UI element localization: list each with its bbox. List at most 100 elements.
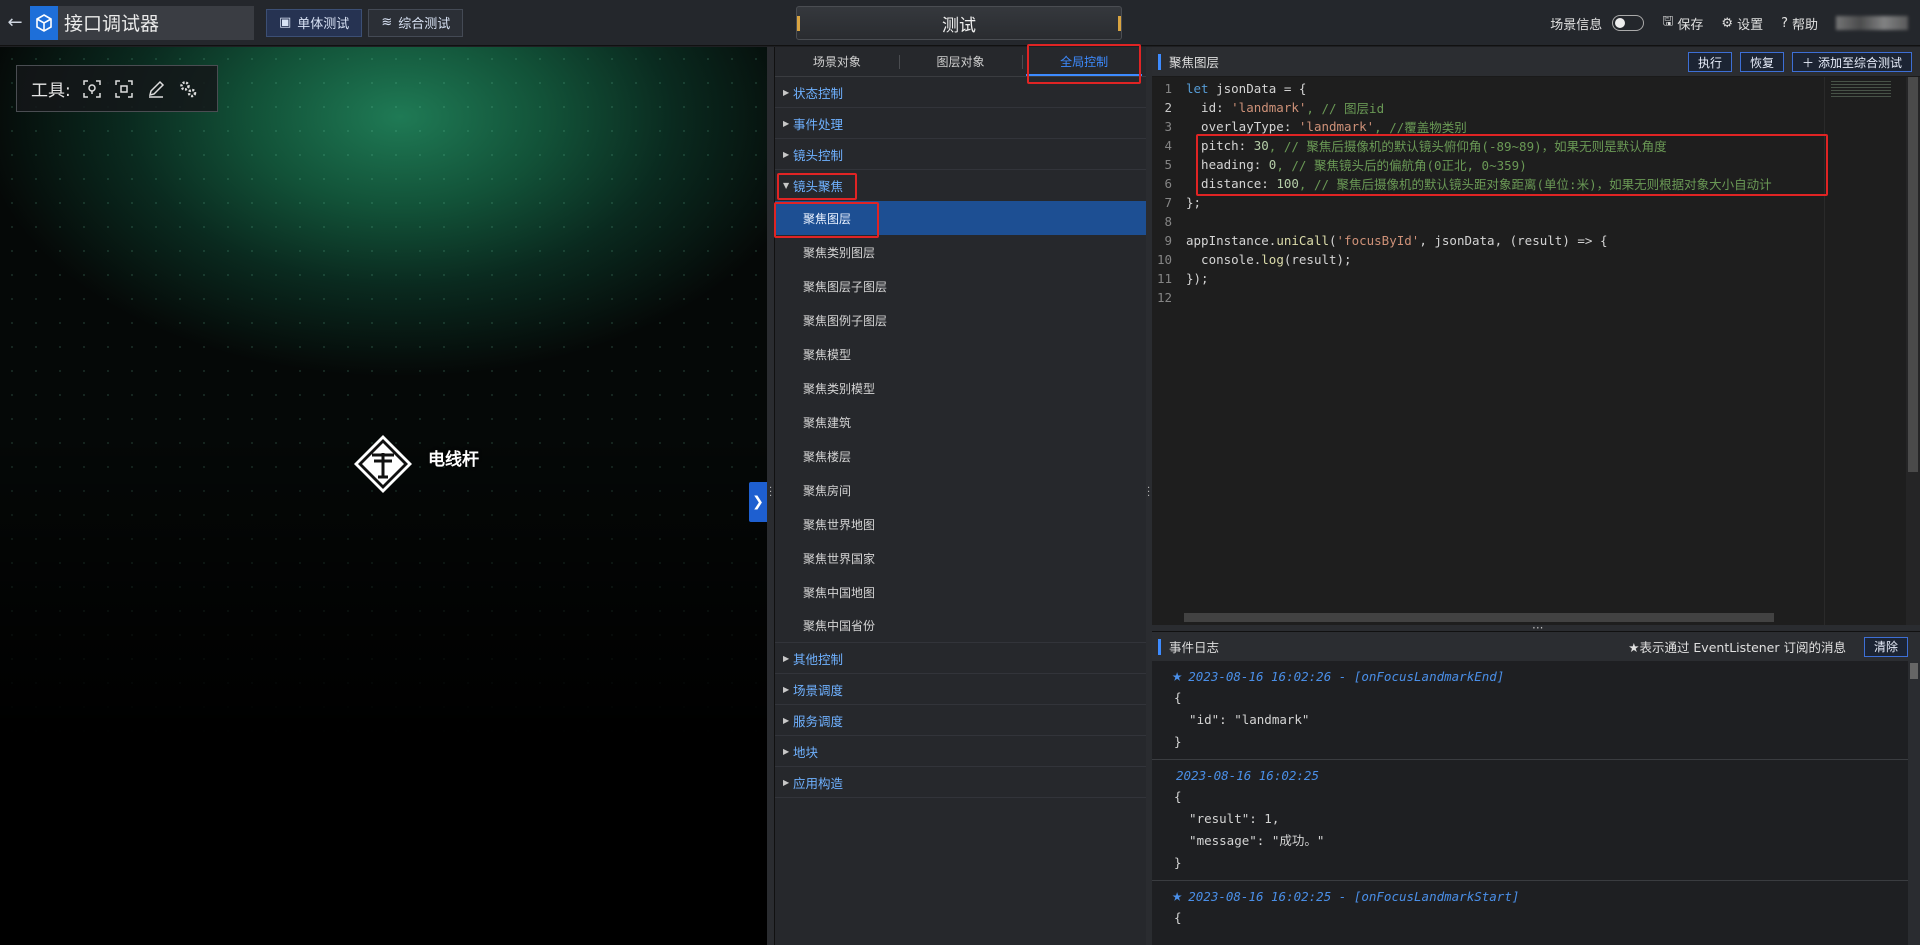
reset-button[interactable]: 恢复 <box>1739 52 1784 72</box>
gear-icon: ⚙ <box>1721 15 1734 31</box>
pen-icon[interactable] <box>145 78 167 100</box>
title-accent-bar <box>1158 53 1161 70</box>
fit-view-icon[interactable] <box>113 78 135 100</box>
single-test-label: 单体测试 <box>297 17 350 32</box>
utility-pole-marker-icon[interactable] <box>352 433 414 495</box>
scene-viewport[interactable]: 工具: 电线杆 ❯ <box>0 47 767 945</box>
scroll-thumb[interactable] <box>1908 77 1918 472</box>
tree-item[interactable]: 聚焦世界地图 <box>775 507 1146 541</box>
tree-item[interactable]: 聚焦模型 <box>775 337 1146 371</box>
code-token: 'landmark' <box>1231 100 1307 115</box>
line-number: 1 <box>1164 81 1172 96</box>
single-test-button[interactable]: ▣ 单体测试 <box>266 8 363 37</box>
code-token: log <box>1261 252 1284 267</box>
collapse-panel-button[interactable]: ❯ <box>749 482 767 522</box>
combined-test-label: 综合测试 <box>398 17 451 32</box>
log-entry-title: 2023-08-16 16:02:25 <box>1176 767 1319 783</box>
top-right-controls: 场景信息 🖫 保存 ⚙ 设置 ? 帮助 <box>1550 0 1920 46</box>
tab-scene-objects[interactable]: 场景对象 <box>775 47 899 76</box>
scroll-thumb[interactable] <box>1910 663 1918 679</box>
minimap-lines <box>1831 81 1891 97</box>
combined-test-button[interactable]: ≋ 综合测试 <box>368 8 464 37</box>
tree-item[interactable]: 聚焦世界国家 <box>775 541 1146 575</box>
help-button[interactable]: ? 帮助 <box>1781 14 1818 33</box>
arrow-left-icon: ← <box>7 12 23 33</box>
save-button[interactable]: 🖫 保存 <box>1662 12 1703 34</box>
star-icon: ★ <box>1172 666 1183 686</box>
log-entry-body: { <box>1172 907 1920 929</box>
tab-global-control[interactable]: 全局控制 <box>1022 47 1146 76</box>
tree-item[interactable]: 聚焦房间 <box>775 473 1146 507</box>
locate-icon[interactable] <box>81 78 103 100</box>
code-token: 100 <box>1276 176 1299 191</box>
code-minimap[interactable] <box>1824 77 1906 625</box>
tree-group-camera-control[interactable]: ▶ 镜头控制 <box>775 139 1146 170</box>
tree-item[interactable]: 聚焦图层子图层 <box>775 269 1146 303</box>
tree-item[interactable]: 聚焦图例子图层 <box>775 303 1146 337</box>
settings-button[interactable]: ⚙ 设置 <box>1721 14 1763 33</box>
title-right-tick <box>1118 16 1121 31</box>
event-log-title: 事件日志 <box>1169 640 1220 655</box>
avatar[interactable] <box>1836 16 1908 30</box>
event-log[interactable]: ★ 2023-08-16 16:02:26 - [onFocusLandmarkE… <box>1152 661 1920 945</box>
code-vertical-scrollbar[interactable] <box>1906 77 1920 625</box>
tree-group-service-scheduling[interactable]: ▶ 服务调度 <box>775 705 1146 736</box>
title-accent-bar <box>1158 638 1161 655</box>
gears-icon[interactable] <box>177 78 199 100</box>
tree-item[interactable]: 聚焦中国省份 <box>775 609 1146 643</box>
tree-group-land-block[interactable]: ▶ 地块 <box>775 736 1146 767</box>
code-line: 1 let jsonData = { <box>1152 79 1920 98</box>
group-label: 其他控制 <box>793 651 844 667</box>
code-token: let <box>1186 81 1209 96</box>
editor-actions: 执行 恢复 ＋添加至综合测试 <box>1687 52 1912 72</box>
line-number: 4 <box>1164 138 1172 153</box>
line-number: 12 <box>1156 290 1172 305</box>
caret-right-icon: ▶ <box>783 149 790 159</box>
event-log-note: ★表示通过 EventListener 订阅的消息 <box>1628 640 1846 655</box>
tree-group-app-construct[interactable]: ▶ 应用构造 <box>775 767 1146 798</box>
tree-item[interactable]: 聚焦楼层 <box>775 439 1146 473</box>
log-scrollbar[interactable] <box>1908 661 1920 945</box>
line-number: 10 <box>1156 252 1172 267</box>
add-to-combined-button[interactable]: ＋添加至综合测试 <box>1791 52 1912 72</box>
tree-group-scene-scheduling[interactable]: ▶ 场景调度 <box>775 674 1146 705</box>
code-token: id: <box>1186 100 1232 115</box>
settings-label: 设置 <box>1737 17 1764 33</box>
log-entry-body: { "result": 1, "message": "成功。" } <box>1172 786 1920 874</box>
code-token: appInstance. <box>1186 233 1277 248</box>
scene-shade <box>0 425 767 945</box>
code-horizontal-scrollbar[interactable] <box>1184 613 1774 622</box>
code-token: , // 聚焦后摄像机的默认镜头俯仰角(-89~89)，如果无则是默认角度 <box>1268 139 1667 154</box>
code-line: 9 appInstance. uniCall('focusById', jsonDa… <box>1152 231 1920 250</box>
tree-item[interactable]: 聚焦类别模型 <box>775 371 1146 405</box>
code-line: 11}); <box>1152 269 1920 288</box>
toolbox: 工具: <box>16 65 218 112</box>
tab-layer-objects[interactable]: 图层对象 <box>898 47 1023 76</box>
title-left-tick <box>797 16 800 31</box>
code-token: uniCall <box>1276 233 1329 248</box>
tree-group-event-handling[interactable]: ▶ 事件处理 <box>775 108 1146 139</box>
toggle-switch[interactable] <box>1612 15 1645 31</box>
top-bar: ← 接口调试器 ▣ 单体测试 ≋ 综合测试 测试 场景信息 🖫 保存 ⚙ 设置 ? 帮助 <box>0 0 1920 46</box>
caret-right-icon: ▶ <box>783 118 790 128</box>
tree-item[interactable]: 聚焦中国地图 <box>775 575 1146 609</box>
tree-item[interactable]: 聚焦类别图层 <box>775 235 1146 269</box>
group-label: 应用构造 <box>793 775 844 791</box>
tree-item[interactable]: 聚焦建筑 <box>775 405 1146 439</box>
tools-label: 工具: <box>31 81 71 101</box>
tree-item-focus-layer[interactable]: 聚焦图层 <box>775 201 1146 235</box>
back-button[interactable]: ← <box>0 0 30 46</box>
group-label: 服务调度 <box>793 713 844 729</box>
json-line: "message": "成功。" <box>1174 833 1325 848</box>
scene-info-toggle[interactable]: 场景信息 <box>1550 14 1645 33</box>
tree-group-other-control[interactable]: ▶ 其他控制 <box>775 643 1146 674</box>
tree-group-camera-focus[interactable]: ▼ 镜头聚焦 <box>775 170 1146 201</box>
tree-group-state-control[interactable]: ▶ 状态控制 <box>775 77 1146 108</box>
add-label: 添加至综合测试 <box>1817 55 1902 70</box>
run-button[interactable]: 执行 <box>1687 52 1732 72</box>
code-line: 6 distance: 100, // 聚焦后摄像机的默认镜头距对象距离(单位:… <box>1152 174 1920 193</box>
clear-log-button[interactable]: 清除 <box>1863 636 1908 657</box>
code-line: 8 <box>1152 212 1920 231</box>
code-editor[interactable]: 1 let jsonData = { 2 id: 'landmark', // 图… <box>1152 77 1920 625</box>
code-token: console. <box>1186 252 1262 267</box>
